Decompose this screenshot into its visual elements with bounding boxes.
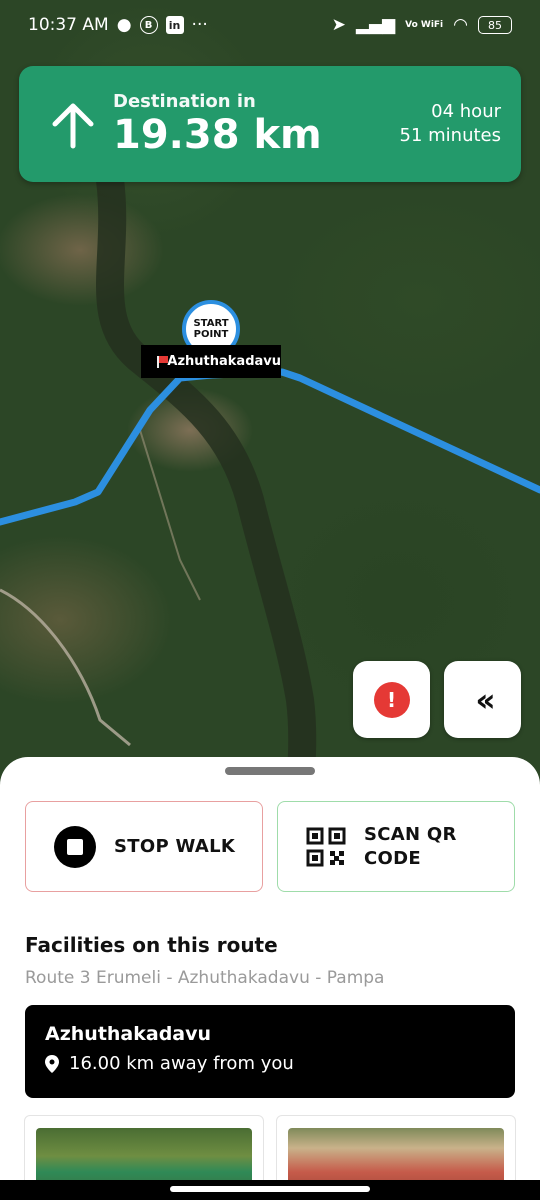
home-indicator[interactable]: [170, 1186, 370, 1192]
location-distance: 16.00 km away from you: [69, 1053, 294, 1074]
route-line: [0, 368, 540, 526]
route-name: Route 3 Erumeli - Azhuthakadavu - Pampa: [25, 968, 385, 988]
location-name: Azhuthakadavu: [45, 1023, 212, 1045]
stop-walk-button[interactable]: STOP WALK: [25, 801, 263, 892]
wifi-icon: ◠: [453, 15, 468, 35]
place-tag: Azhuthakadavu: [141, 345, 281, 378]
double-chevron-left-icon: ‹‹: [475, 680, 496, 719]
navigation-card: Destination in 19.38 km 04 hour 51 minut…: [19, 66, 521, 182]
alert-button[interactable]: !: [353, 661, 430, 738]
signal-icon: ▂▄▆: [355, 15, 396, 35]
battery-icon: 85: [478, 16, 512, 34]
arrow-up-icon: [52, 103, 94, 149]
vowifi-label: Vo WiFi: [405, 19, 444, 30]
facilities-title: Facilities on this route: [25, 933, 278, 957]
more-notifications-icon: ···: [191, 15, 208, 35]
sheet-handle[interactable]: [225, 767, 315, 775]
flag-icon: [157, 355, 170, 368]
chat-icon: ●: [116, 15, 132, 35]
stop-icon: [54, 825, 96, 868]
linkedin-icon: in: [165, 16, 184, 34]
stop-walk-label: STOP WALK: [114, 836, 236, 857]
b-app-icon: B: [139, 16, 158, 34]
location-icon: ➤: [331, 15, 346, 35]
eta: 04 hour 51 minutes: [400, 100, 502, 148]
location-card[interactable]: Azhuthakadavu 16.00 km away from you: [25, 1005, 515, 1098]
status-time: 10:37 AM: [28, 15, 109, 35]
map-pin-icon: [45, 1054, 59, 1073]
collapse-button[interactable]: ‹‹: [444, 661, 521, 738]
location-distance-row: 16.00 km away from you: [45, 1053, 515, 1074]
destination-label: Destination in: [113, 90, 256, 112]
alert-icon: !: [373, 681, 410, 718]
eta-minutes: 51 minutes: [399, 125, 502, 146]
scan-qr-label: SCAN QR CODE: [364, 823, 457, 869]
bottom-sheet: STOP WALK SCAN QR CODE Facilities on thi…: [0, 757, 540, 1200]
scan-qr-button[interactable]: SCAN QR CODE: [277, 801, 515, 892]
eta-hours: 04 hour: [431, 101, 501, 122]
status-bar: 10:37 AM ● B in ··· ➤ ▂▄▆ Vo WiFi ◠ 85: [0, 0, 540, 50]
place-tag-label: Azhuthakadavu: [167, 354, 281, 369]
system-nav-bar: [0, 1180, 540, 1200]
destination-distance: 19.38 km: [113, 111, 322, 158]
qr-code-icon: [306, 827, 346, 866]
